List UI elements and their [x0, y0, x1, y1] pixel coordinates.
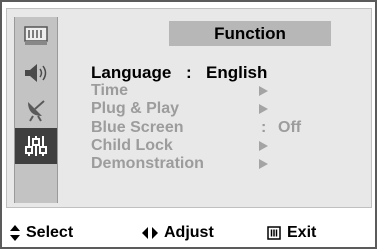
menu-item-label: Child Lock: [91, 137, 173, 154]
input-icon[interactable]: [15, 19, 57, 53]
language-separator: :: [186, 63, 192, 82]
function-sliders-icon[interactable]: [15, 128, 57, 164]
arrow-right-icon: [259, 141, 268, 151]
menu-icon-column: [14, 17, 58, 203]
footer-select-label: Select: [26, 224, 74, 241]
menu-item-label: Plug & Play: [91, 100, 180, 117]
footer-exit-label: Exit: [287, 224, 317, 241]
menu-exit-icon: [267, 226, 281, 240]
blue-screen-separator: :: [261, 119, 267, 136]
menu-item-label: Time: [91, 82, 129, 99]
language-value: English: [206, 63, 268, 82]
arrow-right-icon: [259, 86, 268, 96]
menu-item-label: Demonstration: [91, 155, 204, 172]
footer-adjust-label: Adjust: [164, 224, 214, 241]
menu-item-label: Blue Screen: [91, 119, 184, 136]
left-right-arrows-icon: [142, 227, 158, 239]
channel-antenna-icon[interactable]: [15, 93, 57, 127]
blue-screen-value: Off: [278, 119, 302, 136]
arrow-right-icon: [259, 104, 268, 114]
footer-select: Select: [10, 224, 73, 242]
footer-exit: Exit: [267, 224, 316, 242]
menu-title: Function: [169, 21, 331, 46]
footer-help-bar: Select Adjust Exit: [6, 220, 372, 248]
up-down-arrows-icon: [10, 225, 20, 241]
osd-menu-screen: Function Language : English Time Plug & …: [0, 0, 377, 249]
sound-icon[interactable]: [15, 56, 57, 90]
language-label: Language: [91, 63, 172, 82]
footer-adjust: Adjust: [142, 224, 214, 242]
arrow-right-icon: [259, 159, 268, 169]
